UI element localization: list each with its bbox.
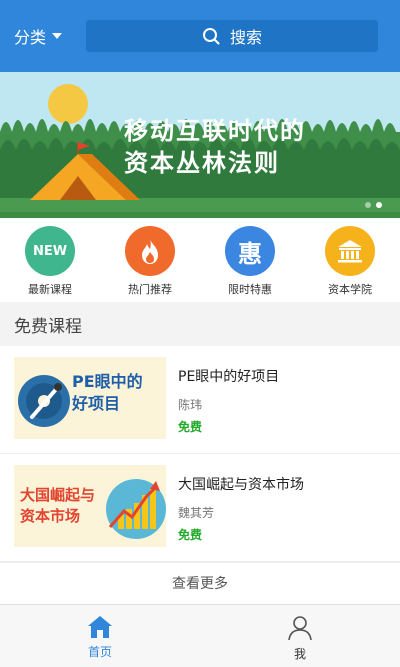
thumb-caption-line-2: 资本市场 <box>20 507 81 525</box>
banner-line-1: 移动互联时代的 <box>124 117 306 145</box>
nav-label: 限时特惠 <box>228 283 272 296</box>
course-thumbnail: PE眼中的 好项目 <box>14 357 166 439</box>
category-dropdown[interactable]: 分类 <box>14 24 63 48</box>
discount-icon: 惠 <box>225 226 275 276</box>
tab-me-label: 我 <box>293 647 306 661</box>
nav-capital-academy[interactable]: 资本学院 <box>300 218 400 302</box>
flame-icon <box>125 226 175 276</box>
tab-home-label: 首页 <box>87 645 112 659</box>
tab-home[interactable]: 首页 <box>0 605 200 667</box>
search-label: 搜索 <box>229 28 262 47</box>
new-badge-icon: NEW <box>25 226 75 276</box>
nav-limited-discount[interactable]: 惠 限时特惠 <box>200 218 300 302</box>
course-title: 大国崛起与资本市场 <box>178 477 304 493</box>
search-icon <box>202 28 220 45</box>
nav-label: 最新课程 <box>28 283 72 296</box>
carousel-dot-active[interactable] <box>376 202 382 208</box>
thumb-caption-line-1: 大国崛起与 <box>20 486 96 504</box>
course-item[interactable]: 大国崛起与 资本市场 大国崛起与资本市场 魏其芳 免费 <box>0 454 400 562</box>
course-price: 免费 <box>178 528 203 542</box>
category-label: 分类 <box>14 28 47 47</box>
thumb-caption-line-1: PE眼中的 <box>72 372 143 391</box>
nav-label: 资本学院 <box>328 283 372 296</box>
course-thumbnail: 大国崛起与 资本市场 <box>14 465 166 547</box>
thumb-caption: 大国崛起与 资本市场 <box>20 485 95 527</box>
carousel-dots <box>365 202 382 208</box>
academy-building-icon <box>325 226 375 276</box>
discount-icon-text: 惠 <box>238 239 262 268</box>
banner-headline: 移动互联时代的 资本丛林法则 <box>124 115 306 179</box>
course-title: PE眼中的好项目 <box>178 369 280 385</box>
course-author: 陈玮 <box>178 398 203 412</box>
promo-banner[interactable]: 移动互联时代的 资本丛林法则 <box>0 72 400 218</box>
top-bar: 分类 搜索 <box>0 0 400 72</box>
caret-down-icon <box>52 33 63 39</box>
nav-hot-recommend[interactable]: 热门推荐 <box>100 218 200 302</box>
thumb-caption: PE眼中的 好项目 <box>72 371 143 415</box>
course-list: PE眼中的 好项目 PE眼中的好项目 陈玮 免费 大国崛起与 资本市场 大国崛起… <box>0 346 400 604</box>
quick-nav: NEW 最新课程 热门推荐 惠 限时特惠 资本学院 <box>0 218 400 302</box>
course-item[interactable]: PE眼中的 好项目 PE眼中的好项目 陈玮 免费 <box>0 346 400 454</box>
tab-me[interactable]: 我 <box>200 605 400 667</box>
banner-line-2: 资本丛林法则 <box>124 149 280 177</box>
section-title: 免费课程 <box>0 302 400 346</box>
bottom-tab-bar: 首页 我 <box>0 604 400 667</box>
thumb-caption-line-2: 好项目 <box>72 394 121 413</box>
user-icon <box>288 616 312 641</box>
home-icon <box>88 616 112 638</box>
search-bar[interactable]: 搜索 <box>86 20 378 52</box>
carousel-dot[interactable] <box>365 202 371 208</box>
course-author: 魏其芳 <box>178 506 215 520</box>
new-badge-text: NEW <box>32 243 68 259</box>
course-price: 免费 <box>178 420 203 434</box>
view-more-link[interactable]: 查看更多 <box>0 562 400 602</box>
app-root: 分类 搜索 移动互联时代的 资本丛林法则 NEW 最新课程 热门推荐 惠 限时特… <box>0 0 400 667</box>
nav-latest-courses[interactable]: NEW 最新课程 <box>0 218 100 302</box>
nav-label: 热门推荐 <box>128 283 172 296</box>
